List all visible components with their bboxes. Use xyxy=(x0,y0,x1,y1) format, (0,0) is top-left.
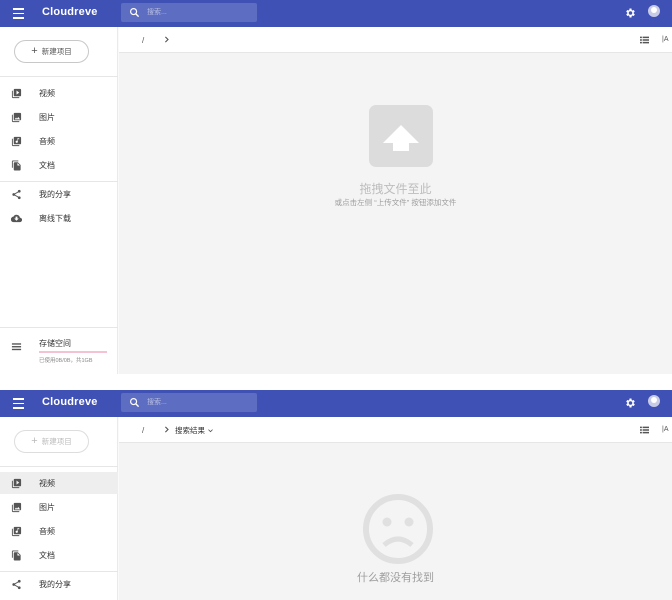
document-icon xyxy=(11,160,21,171)
new-item-button[interactable]: + 新建项目 xyxy=(14,430,89,453)
sidebar-item-video[interactable]: 视频 xyxy=(0,82,118,104)
app-bar: Cloudreve xyxy=(0,390,672,417)
plus-icon: + xyxy=(31,45,38,57)
path-toolbar: / 搜索结果 |A xyxy=(119,417,672,443)
sidebar-item-audio[interactable]: 音频 xyxy=(0,130,118,152)
audio-icon xyxy=(11,526,22,537)
storage-icon xyxy=(11,343,22,351)
avatar[interactable] xyxy=(648,395,660,407)
image-icon xyxy=(11,112,22,123)
storage-title: 存储空间 xyxy=(39,339,71,348)
chevron-right-icon[interactable] xyxy=(162,425,171,434)
sidebar-item-label: 视频 xyxy=(39,479,55,488)
search-icon xyxy=(130,8,140,18)
breadcrumb-root[interactable]: / xyxy=(142,426,144,435)
sidebar-item-label: 离线下载 xyxy=(39,214,71,223)
menu-icon[interactable] xyxy=(13,8,24,19)
search-box[interactable] xyxy=(121,3,257,22)
search-icon xyxy=(130,398,140,408)
sad-face-icon xyxy=(363,494,433,564)
sidebar-item-audio[interactable]: 音频 xyxy=(0,520,118,542)
app-brand[interactable]: Cloudreve xyxy=(42,396,98,408)
sidebar-item-image[interactable]: 图片 xyxy=(0,106,118,128)
drop-hint-subtitle: 或点击左侧 “上传文件” 按钮添加文件 xyxy=(334,198,457,207)
drop-hint-title: 拖拽文件至此 xyxy=(359,182,432,196)
sidebar-item-document[interactable]: 文档 xyxy=(0,154,118,176)
gear-icon[interactable] xyxy=(624,7,636,19)
breadcrumb-search-results[interactable]: 搜索结果 xyxy=(175,425,214,436)
gear-icon[interactable] xyxy=(624,397,636,409)
avatar[interactable] xyxy=(648,5,660,17)
no-results-text: 什么都没有找到 xyxy=(357,571,434,584)
cloud-download-icon xyxy=(11,214,22,223)
video-icon xyxy=(11,478,22,489)
breadcrumb-root[interactable]: / xyxy=(142,36,144,45)
menu-icon[interactable] xyxy=(13,398,24,409)
screen-upload-empty: Cloudreve + 新建项目 视频 图片 音频 文档 xyxy=(0,0,672,374)
upload-icon xyxy=(369,105,433,167)
sidebar-item-offline-download[interactable]: 离线下载 xyxy=(0,207,118,229)
sidebar-item-label: 我的分享 xyxy=(39,190,71,199)
share-icon xyxy=(12,189,21,200)
app-bar: Cloudreve xyxy=(0,0,672,27)
document-icon xyxy=(11,550,21,561)
sidebar-item-label: 文档 xyxy=(39,551,55,560)
sidebar: + 新建项目 视频 图片 音频 文档 我的分享 离线下载 存储空间 已使用0B/… xyxy=(0,27,118,374)
screen-search-empty: Cloudreve + 新建项目 视频 图片 音频 文档 xyxy=(0,390,672,600)
new-item-label: 新建项目 xyxy=(41,437,72,446)
divider xyxy=(0,571,118,572)
sort-button[interactable]: |A xyxy=(662,36,669,43)
storage-usage: 已使用0B/0B，共1GB xyxy=(39,358,93,364)
list-view-icon[interactable] xyxy=(640,36,649,44)
sidebar-item-label: 我的分享 xyxy=(39,580,71,589)
sidebar-item-label: 图片 xyxy=(39,503,55,512)
chevron-down-icon xyxy=(208,429,213,433)
divider xyxy=(0,466,118,467)
breadcrumb-label: 搜索结果 xyxy=(175,426,205,435)
divider xyxy=(0,76,118,77)
sidebar-item-video[interactable]: 视频 xyxy=(0,472,118,494)
sidebar-item-label: 视频 xyxy=(39,89,55,98)
search-input[interactable] xyxy=(147,395,247,410)
sidebar-item-label: 文档 xyxy=(39,161,55,170)
file-area[interactable]: / |A 拖拽文件至此 或点击左侧 “上传文件” 按钮添加文件 xyxy=(119,27,672,374)
sidebar: + 新建项目 视频 图片 音频 文档 我的分享 xyxy=(0,417,118,600)
audio-icon xyxy=(11,136,22,147)
new-item-label: 新建项目 xyxy=(41,47,72,56)
sidebar-item-share[interactable]: 我的分享 xyxy=(0,183,118,205)
sidebar-item-image[interactable]: 图片 xyxy=(0,496,118,518)
search-input[interactable] xyxy=(147,5,247,20)
storage-panel[interactable]: 存储空间 已使用0B/0B，共1GB xyxy=(0,327,118,374)
sidebar-item-document[interactable]: 文档 xyxy=(0,544,118,566)
sidebar-item-label: 音频 xyxy=(39,527,55,536)
separator xyxy=(0,374,672,390)
storage-progress xyxy=(39,351,107,353)
app-brand[interactable]: Cloudreve xyxy=(42,6,98,18)
path-toolbar: / |A xyxy=(119,27,672,53)
video-icon xyxy=(11,88,22,99)
new-item-button[interactable]: + 新建项目 xyxy=(14,40,89,63)
chevron-right-icon[interactable] xyxy=(162,35,171,44)
sidebar-item-share[interactable]: 我的分享 xyxy=(0,573,118,595)
divider xyxy=(0,181,118,182)
plus-icon: + xyxy=(31,435,38,447)
share-icon xyxy=(12,579,21,590)
list-view-icon[interactable] xyxy=(640,426,649,434)
search-results-area[interactable]: / 搜索结果 |A 什么都没有找到 xyxy=(119,417,672,600)
sort-button[interactable]: |A xyxy=(662,426,669,433)
search-box[interactable] xyxy=(121,393,257,412)
sidebar-item-label: 图片 xyxy=(39,113,55,122)
sidebar-item-label: 音频 xyxy=(39,137,55,146)
image-icon xyxy=(11,502,22,513)
